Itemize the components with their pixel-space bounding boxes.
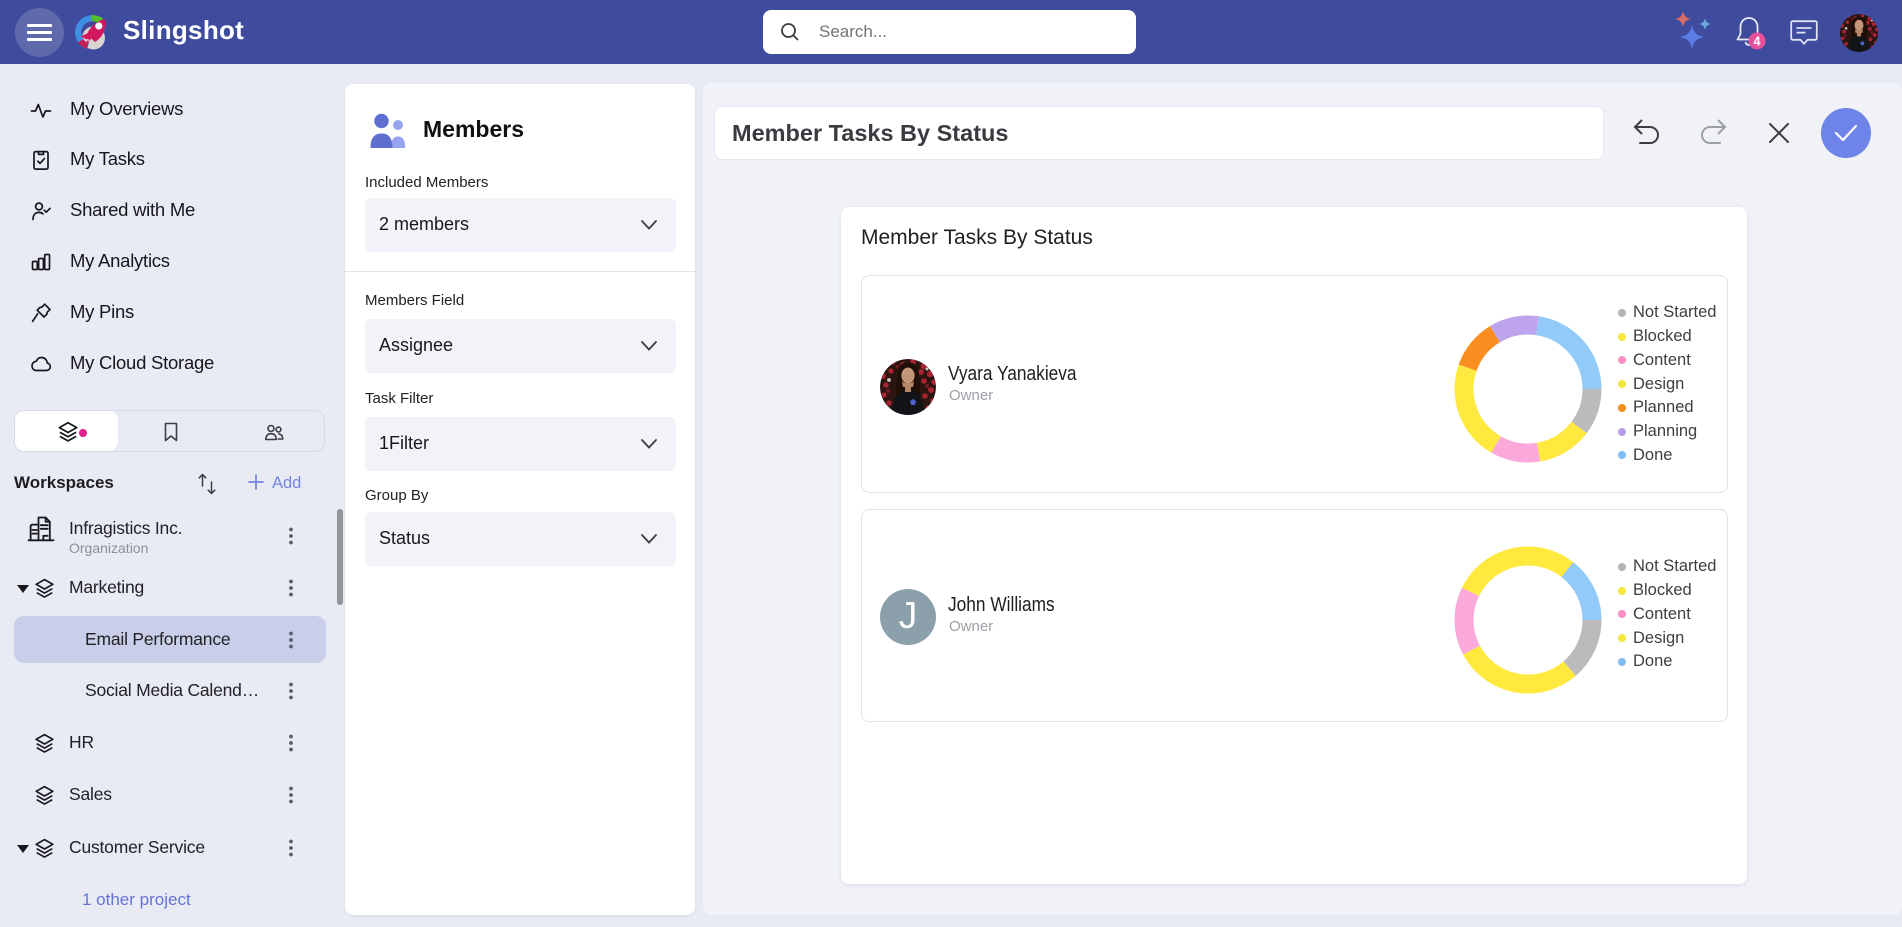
svg-text:4: 4 [1754, 35, 1761, 49]
